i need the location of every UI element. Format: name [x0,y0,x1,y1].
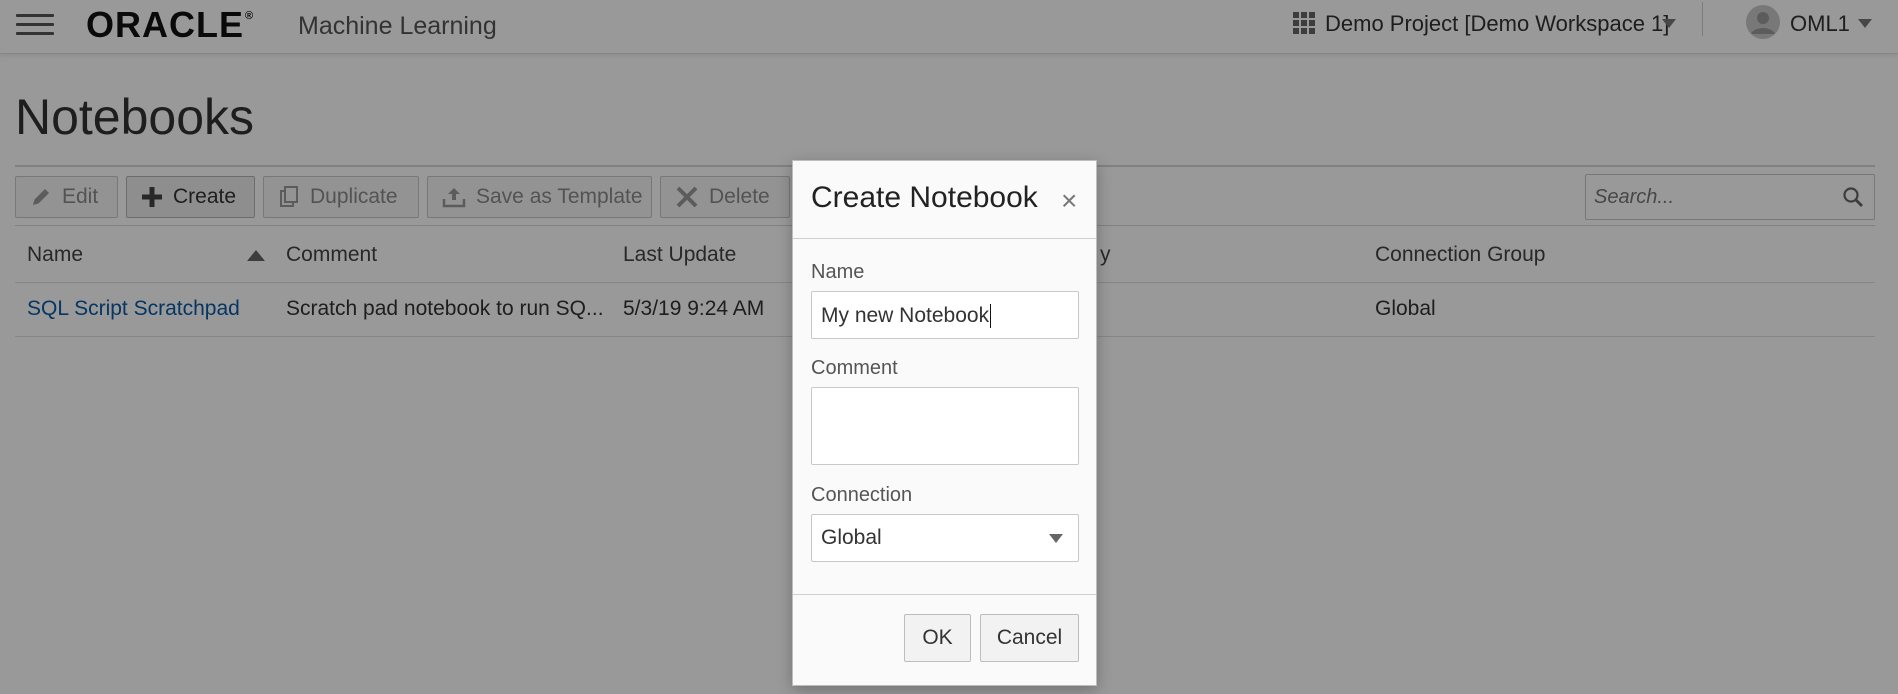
close-icon[interactable]: × [1061,187,1077,215]
name-field-value: My new Notebook [821,304,992,329]
text-cursor [990,304,992,329]
create-notebook-dialog: Create Notebook × Name My new Notebook C… [792,160,1097,686]
connection-selected-value: Global [821,526,882,549]
connection-label: Connection [811,484,913,506]
ok-button[interactable]: OK [904,614,971,662]
dialog-title: Create Notebook [811,181,1038,214]
comment-label: Comment [811,357,898,379]
app-root: ORACLE® Machine Learning Demo Project [D… [0,0,1898,694]
name-field-text: My new Notebook [821,304,990,327]
chevron-down-icon[interactable] [1049,534,1063,543]
cancel-button[interactable]: Cancel [980,614,1079,662]
dialog-footer-divider [793,594,1096,595]
comment-field[interactable] [811,387,1079,465]
name-label: Name [811,261,865,283]
dialog-header-divider [793,238,1096,239]
